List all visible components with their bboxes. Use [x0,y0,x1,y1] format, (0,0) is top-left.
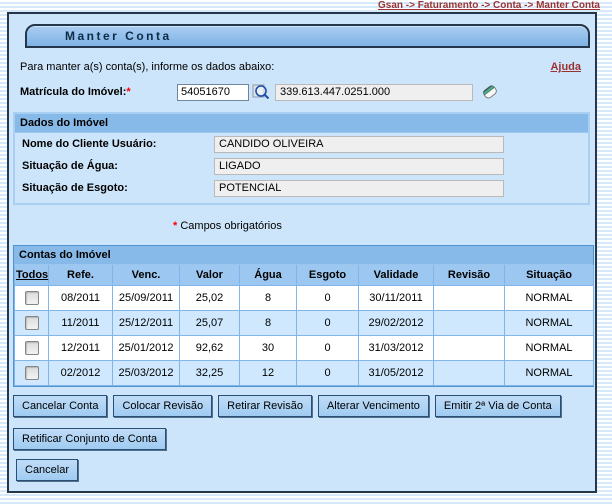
contas-table-box: Contas do Imóvel Todos Refe. Venc. Valor… [13,245,594,387]
dados-imovel-section: Dados do Imóvel Nome do Cliente Usuário:… [13,112,590,205]
retirar-revisao-button[interactable]: Retirar Revisão [218,395,312,417]
situacao-esgoto-label: Situação de Esgoto: [22,182,214,194]
col-valor: Valor [180,265,240,286]
row-checkbox[interactable] [25,341,39,355]
contas-table-title: Contas do Imóvel [14,246,593,265]
row-checkbox[interactable] [25,316,39,330]
eraser-icon[interactable] [480,82,500,102]
cancelar-button[interactable]: Cancelar [16,459,78,481]
intro-text: Para manter a(s) conta(s), informe os da… [20,61,274,73]
row-checkbox[interactable] [25,291,39,305]
cliente-value-field: CANDIDO OLIVEIRA [214,136,504,153]
manter-conta-panel: Manter Conta Para manter a(s) conta(s), … [7,12,597,493]
matricula-label: Matrícula do Imóvel:* [20,86,177,98]
retificar-conjunto-button[interactable]: Retificar Conjunto de Conta [13,428,166,450]
inscricao-field: 339.613.447.0251.000 [275,84,473,101]
table-header-row: Todos Refe. Venc. Valor Água Esgoto Vali… [15,265,594,286]
page-title: Manter Conta [27,29,172,43]
emitir-segunda-via-button[interactable]: Emitir 2ª Via de Conta [435,395,561,417]
field-row-esgoto: Situação de Esgoto: POTENCIAL [15,177,588,199]
help-link[interactable]: Ajuda [550,61,581,73]
col-situacao: Situação [505,265,594,286]
row-checkbox[interactable] [25,366,39,380]
required-fields-note: * Campos obrigatórios [173,220,595,232]
cliente-label: Nome do Cliente Usuário: [22,138,214,150]
colocar-revisao-button[interactable]: Colocar Revisão [113,395,212,417]
col-agua: Água [240,265,297,286]
select-all-link[interactable]: Todos [16,269,48,281]
dados-imovel-title: Dados do Imóvel [15,114,588,133]
situacao-agua-field: LIGADO [214,158,504,175]
contas-table: Todos Refe. Venc. Valor Água Esgoto Vali… [14,265,594,386]
table-row: 08/2011 25/09/2011 25,02 8 0 30/11/2011 … [15,286,594,311]
table-row: 11/2011 25/12/2011 25,07 8 0 29/02/2012 … [15,311,594,336]
situacao-agua-label: Situação de Água: [22,160,214,172]
breadcrumb[interactable]: Gsan -> Faturamento -> Conta -> Manter C… [378,0,600,12]
col-revisao: Revisão [434,265,505,286]
table-row: 02/2012 25/03/2012 32,25 12 0 31/05/2012… [15,361,594,386]
matricula-input[interactable] [177,84,249,101]
col-refe: Refe. [49,265,113,286]
alterar-vencimento-button[interactable]: Alterar Vencimento [318,395,429,417]
col-esgoto: Esgoto [297,265,359,286]
search-icon[interactable] [251,82,271,102]
col-validade: Validade [359,265,434,286]
col-venc: Venc. [113,265,180,286]
field-row-agua: Situação de Água: LIGADO [15,155,588,177]
table-row: 12/2011 25/01/2012 92,62 30 0 31/03/2012… [15,336,594,361]
field-row-cliente: Nome do Cliente Usuário: CANDIDO OLIVEIR… [15,133,588,155]
situacao-esgoto-field: POTENCIAL [214,180,504,197]
cancelar-conta-button[interactable]: Cancelar Conta [13,395,107,417]
page-title-bar: Manter Conta [25,24,590,48]
